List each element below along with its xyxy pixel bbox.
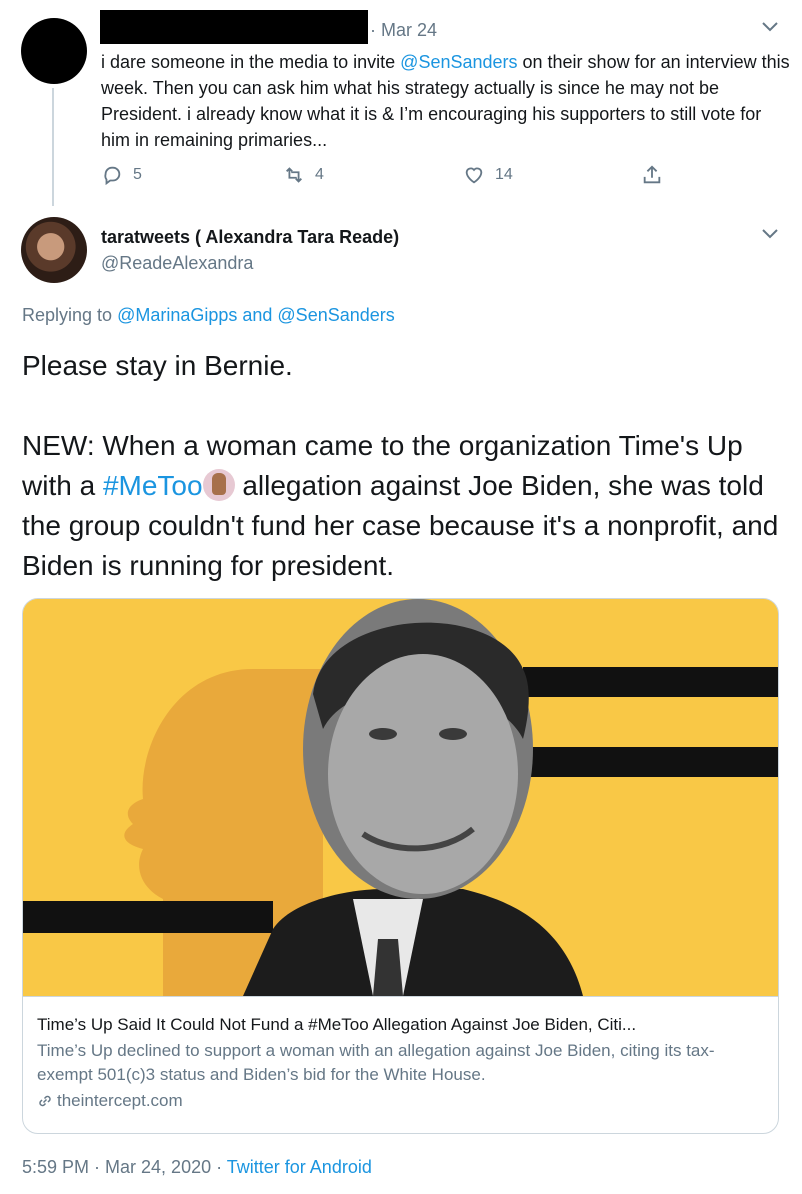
- chevron-down-icon[interactable]: [760, 20, 780, 34]
- chevron-down-icon[interactable]: [760, 227, 780, 241]
- card-title[interactable]: Time’s Up Said It Could Not Fund a #MeTo…: [37, 1013, 762, 1037]
- article-photo: [23, 599, 778, 996]
- mention-link[interactable]: @SenSanders: [400, 52, 517, 72]
- replying-users-link[interactable]: @MarinaGipps and @SenSanders: [117, 305, 395, 325]
- raised-hands-emoji-icon: [202, 469, 235, 501]
- retweet-count: 4: [315, 166, 324, 183]
- like-button[interactable]: 14: [463, 164, 513, 186]
- tweet-text: i dare someone in the media to invite @S…: [101, 49, 791, 153]
- card-domain-text[interactable]: theintercept.com: [57, 1089, 183, 1113]
- reply-button[interactable]: 5: [101, 164, 142, 186]
- card-description: Time’s Up declined to support a woman wi…: [37, 1041, 715, 1084]
- like-icon: [465, 167, 483, 184]
- retweet-icon: [286, 167, 302, 183]
- replying-to: Replying to @MarinaGipps and @SenSanders: [22, 305, 395, 326]
- link-icon: [39, 1095, 51, 1107]
- tweet-metadata: 5:59 PM · Mar 24, 2020 · Twitter for And…: [22, 1157, 372, 1178]
- tweet-text-part: i dare someone in the media to invite: [101, 52, 401, 72]
- parent-tweet[interactable]: · Mar 24 i dare someone in the media to …: [0, 0, 802, 206]
- replying-label: Replying to: [22, 305, 118, 325]
- tweet-source-link[interactable]: Twitter for Android: [227, 1157, 372, 1177]
- retweet-button[interactable]: 4: [283, 164, 324, 186]
- avatar[interactable]: [21, 18, 87, 84]
- redacted-username: [100, 10, 368, 44]
- share-icon: [643, 165, 661, 184]
- avatar[interactable]: [21, 217, 87, 283]
- reply-count: 5: [133, 166, 142, 183]
- like-count: 14: [495, 166, 513, 183]
- hashtag-link[interactable]: #MeToo: [103, 470, 203, 501]
- link-card[interactable]: Time’s Up Said It Could Not Fund a #MeTo…: [22, 598, 779, 1134]
- user-handle[interactable]: @ReadeAlexandra: [101, 253, 253, 274]
- tweet-text-paragraph: NEW: When a woman came to the organizati…: [22, 426, 792, 586]
- tweet-text-line: Please stay in Bernie.: [22, 350, 293, 381]
- tweet-date[interactable]: · Mar 24: [370, 20, 437, 41]
- card-image[interactable]: [23, 599, 778, 996]
- tweet-actions: 5 4 14: [0, 164, 802, 194]
- card-domain[interactable]: theintercept.com: [37, 1089, 766, 1113]
- reply-icon: [104, 166, 121, 186]
- tweet-timestamp[interactable]: 5:59 PM · Mar 24, 2020 ·: [22, 1157, 227, 1177]
- display-name[interactable]: taratweets ( Alexandra Tara Reade): [101, 227, 399, 248]
- card-text[interactable]: Time’s Up Said It Could Not Fund a #MeTo…: [23, 996, 778, 1133]
- share-button[interactable]: [641, 164, 663, 186]
- tweet-text: Please stay in Bernie. NEW: When a woman…: [22, 346, 792, 586]
